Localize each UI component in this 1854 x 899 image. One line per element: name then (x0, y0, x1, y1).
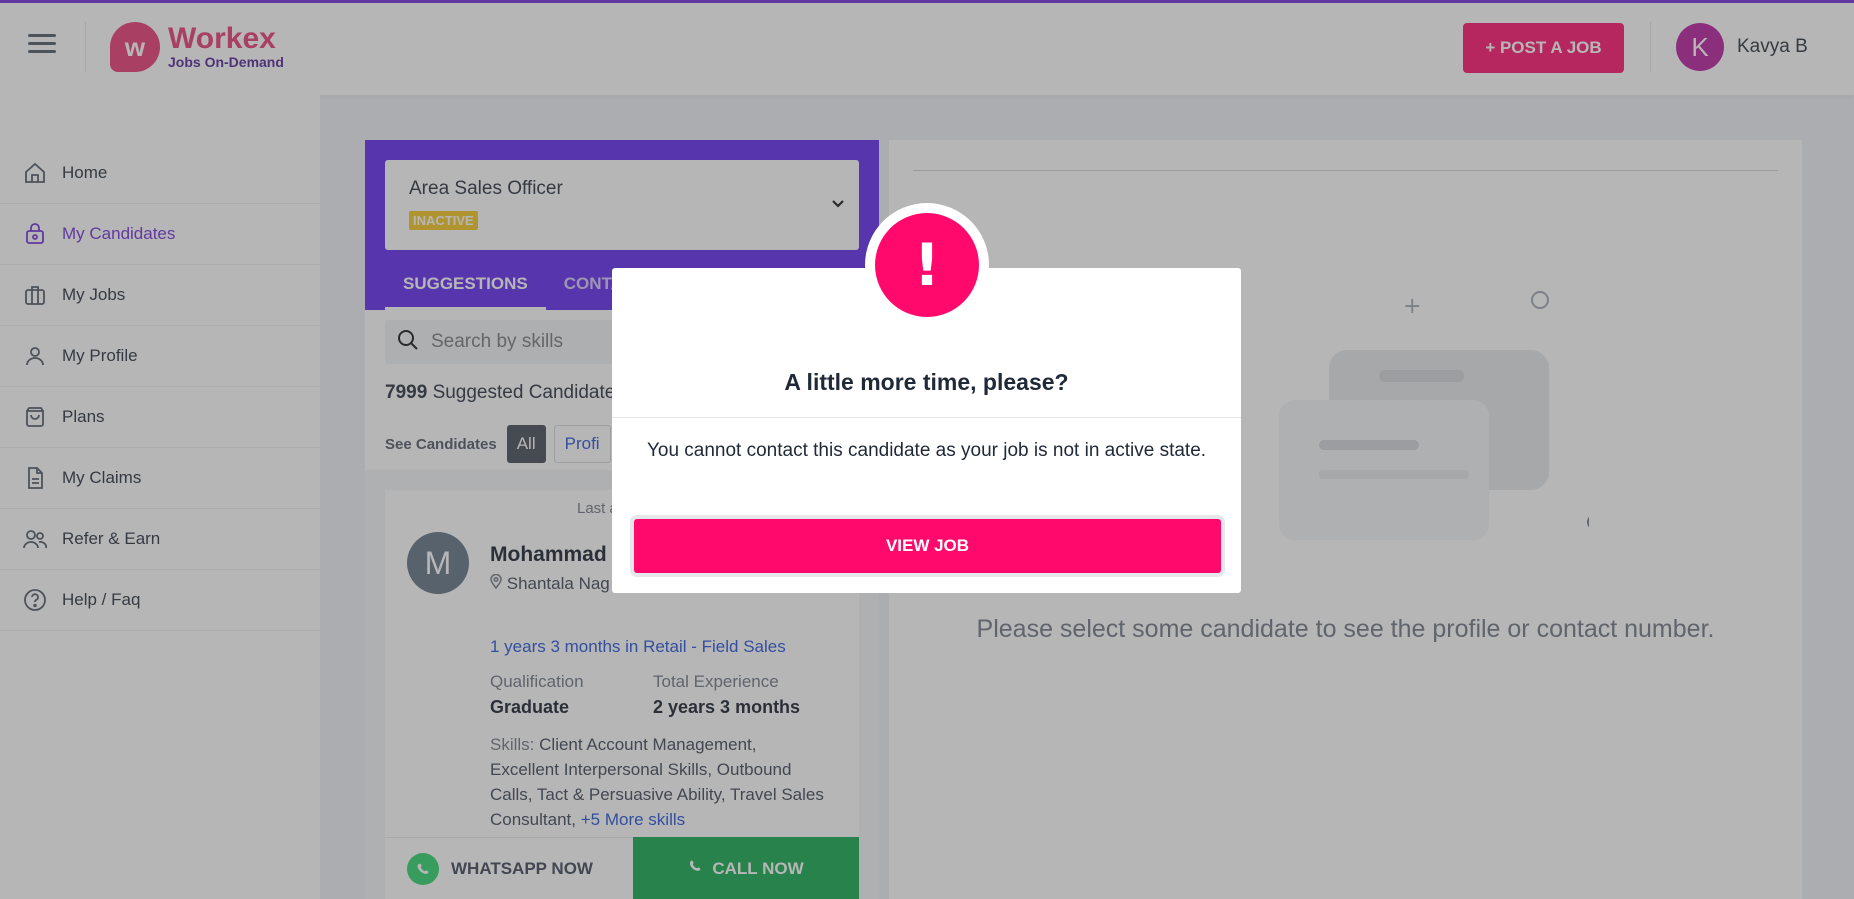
alert-modal: ! A little more time, please? You cannot… (612, 203, 1241, 593)
view-job-button[interactable]: VIEW JOB (634, 519, 1221, 573)
exclamation-icon: ! (875, 213, 979, 317)
modal-title: A little more time, please? (784, 369, 1069, 395)
alert-icon-ring: ! (865, 203, 989, 327)
divider (612, 417, 1241, 418)
modal-message: You cannot contact this candidate as you… (646, 440, 1207, 461)
